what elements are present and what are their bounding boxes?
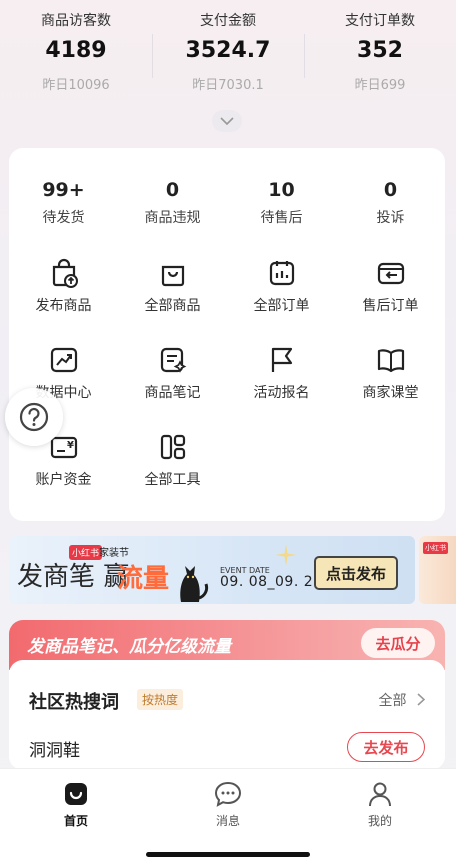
- count-label: 商品违规: [144, 210, 201, 226]
- stat-visitors[interactable]: 商品访客数 4189 昨日10096: [0, 0, 152, 108]
- hot-search-section: 社区热搜词 按热度 全部 洞洞鞋 去发布: [9, 660, 445, 770]
- flag-icon: [271, 347, 292, 372]
- expand-button[interactable]: [212, 110, 242, 132]
- stat-payment[interactable]: 支付金额 3524.7 昨日7030.1: [152, 0, 304, 108]
- tool-label: 商品笔记: [144, 385, 201, 401]
- count-to-ship[interactable]: 99+ 待发货: [9, 148, 118, 236]
- count-label: 投诉: [376, 210, 405, 226]
- bottom-tab-bar: 首页 消息 我的: [0, 768, 456, 865]
- go-publish-button[interactable]: 去发布: [347, 732, 425, 762]
- profile-icon: [369, 782, 391, 807]
- tab-label: 首页: [63, 814, 88, 828]
- view-all-link[interactable]: 全部: [378, 690, 426, 710]
- tool-event-signup[interactable]: 活动报名: [227, 323, 336, 410]
- home-indicator: [146, 852, 310, 857]
- hot-search-word[interactable]: 洞洞鞋: [29, 736, 80, 761]
- tool-label: 发布商品: [35, 298, 92, 314]
- promo-title: 发商品笔记、瓜分亿级流量: [27, 637, 231, 657]
- sparkle-icon: [275, 544, 297, 566]
- sort-badge[interactable]: 按热度: [137, 689, 184, 710]
- chart-icon: [50, 347, 77, 373]
- stat-prev: 昨日7030.1: [192, 78, 264, 93]
- count-label: 待发货: [42, 210, 85, 226]
- svg-text:¥: ¥: [67, 440, 74, 451]
- tool-label: 商家课堂: [362, 385, 419, 401]
- stats-row: 商品访客数 4189 昨日10096 支付金额 3524.7 昨日7030.1 …: [0, 0, 456, 108]
- count-label: 待售后: [260, 210, 303, 226]
- chevron-right-icon: [417, 693, 426, 706]
- stat-value: 4189: [45, 38, 107, 63]
- tool-all-orders[interactable]: 全部订单: [227, 236, 336, 323]
- stat-label: 支付订单数: [345, 13, 415, 29]
- tool-label: 全部订单: [253, 298, 310, 314]
- tool-product-notes[interactable]: 商品笔记: [118, 323, 227, 410]
- count-complaints[interactable]: 0 投诉: [336, 148, 445, 236]
- tab-label: 消息: [215, 814, 240, 828]
- hot-search-title: 社区热搜词: [29, 692, 119, 713]
- tool-after-sale-orders[interactable]: 售后订单: [336, 236, 445, 323]
- shop-tools-card: 99+ 待发货 0 商品违规 10 待售后 0 投诉 发布商品 全部商品 全部订…: [9, 148, 445, 521]
- tools-icon: [160, 434, 185, 460]
- tool-label: 活动报名: [253, 385, 310, 401]
- tool-all-tools[interactable]: 全部工具: [118, 410, 227, 497]
- count-value: 99+: [42, 179, 85, 201]
- count-value: 0: [383, 179, 398, 201]
- tab-profile[interactable]: 我的: [304, 769, 456, 865]
- count-value: 10: [268, 179, 295, 201]
- promo-banner[interactable]: 小红书 家装节 发商笔 赢 流量 EVENT DATE 09. 08_09. 2…: [9, 536, 415, 604]
- tab-label: 我的: [367, 814, 392, 828]
- tool-label: 账户资金: [35, 472, 92, 488]
- stat-prev: 昨日699: [354, 78, 406, 93]
- tool-label: 全部商品: [144, 298, 201, 314]
- message-icon: [214, 781, 242, 807]
- return-icon: [377, 262, 404, 285]
- pending-counts: 99+ 待发货 0 商品违规 10 待售后 0 投诉: [9, 148, 445, 236]
- tool-publish-product[interactable]: 发布商品: [9, 236, 118, 323]
- publish-product-icon: [52, 258, 78, 288]
- count-after-sale[interactable]: 10 待售后: [227, 148, 336, 236]
- stat-label: 支付金额: [200, 13, 256, 29]
- note-icon: [160, 347, 186, 373]
- orders-icon: [269, 261, 294, 286]
- banner-title-highlight: 流量: [117, 564, 170, 594]
- stat-label: 商品访客数: [41, 13, 111, 29]
- count-violations[interactable]: 0 商品违规: [118, 148, 227, 236]
- book-icon: [377, 349, 404, 373]
- tab-messages[interactable]: 消息: [152, 769, 304, 865]
- stat-prev: 昨日10096: [42, 78, 110, 93]
- banner-title: 发商笔 赢: [17, 562, 130, 592]
- tab-home[interactable]: 首页: [0, 769, 152, 865]
- view-all-label: 全部: [378, 693, 407, 709]
- home-icon: [65, 783, 87, 805]
- bag-icon: [161, 265, 184, 287]
- count-value: 0: [165, 179, 180, 201]
- banner-publish-button[interactable]: 点击发布: [314, 556, 398, 590]
- stat-orders[interactable]: 支付订单数 352 昨日699: [304, 0, 456, 108]
- event-date: 09. 08_09. 21: [220, 574, 323, 590]
- claim-traffic-button[interactable]: 去瓜分: [361, 628, 435, 658]
- tool-label: 售后订单: [362, 298, 419, 314]
- tools-grid: 发布商品 全部商品 全部订单 售后订单 数据中心 商品笔记 活动报名 商家课堂 …: [9, 236, 445, 497]
- note-promo-card: 发商品笔记、瓜分亿级流量 去瓜分 社区热搜词 按热度 全部 洞洞鞋 去发布: [9, 620, 445, 770]
- next-banner-peek[interactable]: 小红书: [419, 536, 456, 604]
- cat-illustration-icon: [180, 566, 209, 602]
- stat-value: 3524.7: [185, 38, 271, 63]
- help-button[interactable]: [5, 388, 63, 446]
- stat-value: 352: [357, 38, 403, 63]
- banner-brand-tag: 小红书: [423, 542, 448, 554]
- chevron-down-icon: [220, 117, 234, 125]
- tool-label: 全部工具: [144, 472, 201, 488]
- tool-all-products[interactable]: 全部商品: [118, 236, 227, 323]
- question-icon: [19, 402, 49, 432]
- tool-merchant-class[interactable]: 商家课堂: [336, 323, 445, 410]
